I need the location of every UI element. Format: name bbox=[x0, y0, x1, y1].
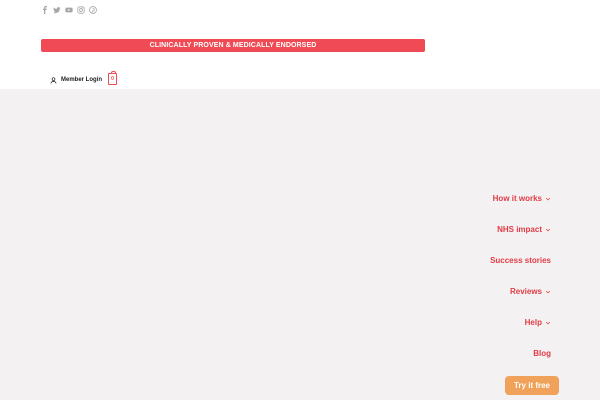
nav-item-reviews[interactable]: Reviews bbox=[510, 286, 551, 298]
chevron-down-icon bbox=[545, 228, 551, 232]
try-it-free-button[interactable]: Try it free bbox=[505, 376, 559, 395]
member-login-link[interactable]: Member Login bbox=[50, 74, 102, 86]
social-links bbox=[41, 4, 97, 15]
cart-button[interactable]: 0 bbox=[108, 71, 117, 85]
nav-item-label: Help bbox=[524, 318, 542, 327]
nav-item-label: NHS impact bbox=[497, 225, 542, 234]
nav-item-label: Blog bbox=[533, 349, 551, 358]
nav-item-how-it-works[interactable]: How it works bbox=[493, 193, 551, 205]
chevron-down-icon bbox=[545, 197, 551, 201]
twitter-icon[interactable] bbox=[53, 5, 61, 15]
cart-count: 0 bbox=[111, 76, 114, 82]
cta-label: Try it free bbox=[513, 381, 550, 390]
nav-item-nhs-impact[interactable]: NHS impact bbox=[497, 224, 551, 236]
site-header: CLINICALLY PROVEN & MEDICALLY ENDORSED M… bbox=[0, 0, 600, 89]
nav-item-success-stories[interactable]: Success stories bbox=[490, 255, 551, 267]
instagram-icon[interactable] bbox=[77, 5, 85, 15]
user-icon bbox=[50, 76, 57, 84]
facebook-icon[interactable] bbox=[41, 5, 49, 15]
chevron-down-icon bbox=[545, 321, 551, 325]
nav-item-label: Reviews bbox=[509, 287, 542, 296]
nav-item-label: Success stories bbox=[490, 256, 551, 265]
nav-item-help[interactable]: Help bbox=[525, 317, 551, 329]
promo-banner: CLINICALLY PROVEN & MEDICALLY ENDORSED bbox=[41, 39, 425, 52]
youtube-icon[interactable] bbox=[65, 5, 73, 15]
nav-item-label: How it works bbox=[492, 194, 542, 203]
promo-banner-text: CLINICALLY PROVEN & MEDICALLY ENDORSED bbox=[149, 42, 317, 49]
member-login-label: Member Login bbox=[61, 77, 103, 83]
chevron-down-icon bbox=[545, 290, 551, 294]
main-content bbox=[0, 89, 600, 400]
nav-item-blog[interactable]: Blog bbox=[533, 348, 551, 360]
pinterest-icon[interactable] bbox=[89, 5, 97, 15]
